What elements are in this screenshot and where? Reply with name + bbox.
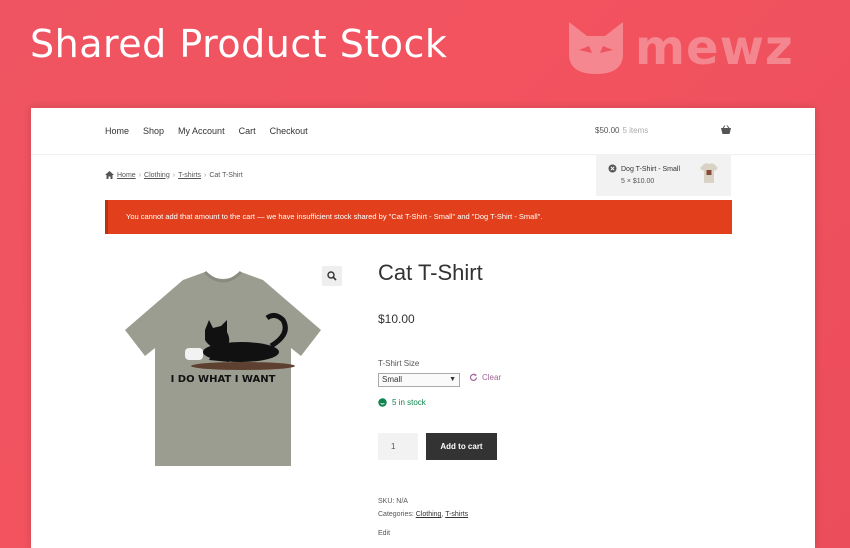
mini-cart-item-name[interactable]: Dog T-Shirt - Small — [621, 166, 680, 173]
sku-row: SKU: N/A — [378, 495, 468, 508]
nav-shop[interactable]: Shop — [143, 126, 164, 136]
categories-label: Categories: — [378, 511, 414, 518]
category-tshirts-link[interactable]: T-shirts — [445, 511, 468, 518]
refresh-icon — [469, 373, 478, 381]
basket-icon[interactable] — [720, 125, 732, 135]
edit-link[interactable]: Edit — [378, 530, 390, 537]
breadcrumb-separator: › — [172, 171, 176, 179]
breadcrumb-separator: › — [204, 171, 207, 179]
zoom-button[interactable] — [322, 266, 342, 286]
breadcrumb-home[interactable]: Home — [117, 172, 136, 179]
breadcrumb-clothing[interactable]: Clothing — [144, 172, 170, 179]
sku-label: SKU: — [378, 498, 395, 505]
category-clothing-link[interactable]: Clothing — [416, 511, 442, 518]
breadcrumb-tshirts[interactable]: T-shirts — [178, 172, 201, 179]
cart-item-count: 5 items — [622, 126, 649, 135]
breadcrumb: Home › Clothing › T-shirts › Cat T-Shirt — [105, 171, 243, 179]
chevron-down-icon: ▼ — [449, 376, 456, 383]
storefront-window: Home Shop My Account Cart Checkout $50.0… — [31, 108, 815, 548]
clear-label: Clear — [482, 373, 502, 382]
quantity-input[interactable]: 1 — [378, 433, 418, 460]
size-label: T-Shirt Size — [378, 359, 420, 368]
add-to-cart-button[interactable]: Add to cart — [426, 433, 497, 460]
size-select-value: Small — [382, 375, 403, 384]
magnifier-icon — [327, 271, 337, 281]
clear-selection-link[interactable]: Clear — [469, 373, 501, 382]
main-nav: Home Shop My Account Cart Checkout — [105, 126, 322, 136]
cat-logo-icon — [569, 22, 623, 74]
nav-my-account[interactable]: My Account — [178, 126, 225, 136]
header-cart-total[interactable]: $50.00 5 items — [595, 126, 648, 135]
sku-value: N/A — [396, 498, 408, 505]
home-icon — [105, 171, 114, 179]
cart-total-amount: $50.00 — [595, 126, 620, 135]
breadcrumb-current: Cat T-Shirt — [209, 171, 243, 179]
product-meta: SKU: N/A Categories: Clothing, T-shirts — [378, 495, 468, 521]
size-select[interactable]: Small ▼ — [378, 373, 460, 387]
stock-error-notice: You cannot add that amount to the cart —… — [105, 200, 732, 234]
dog-tshirt-thumbnail-icon — [700, 163, 718, 183]
brand-logo: mewz — [565, 20, 794, 76]
categories-row: Categories: Clothing, T-shirts — [378, 511, 469, 518]
stock-status: 5 in stock — [378, 398, 426, 407]
nav-home[interactable]: Home — [105, 126, 129, 136]
banner-title: Shared Product Stock — [30, 22, 448, 66]
mini-cart-dropdown: Dog T-Shirt - Small 5 × $10.00 — [596, 154, 731, 196]
product-price: $10.00 — [378, 312, 415, 326]
mini-cart-item-qty: 5 × $10.00 — [621, 178, 655, 185]
in-stock-icon — [378, 398, 387, 407]
product-title: Cat T-Shirt — [378, 260, 483, 285]
brand-name: mewz — [635, 20, 794, 76]
nav-cart[interactable]: Cart — [239, 126, 256, 136]
nav-checkout[interactable]: Checkout — [270, 126, 308, 136]
shirt-print-text: I DO WHAT I WANT — [171, 374, 276, 385]
stock-text: 5 in stock — [392, 398, 426, 407]
remove-item-icon[interactable] — [608, 164, 617, 173]
breadcrumb-separator: › — [138, 171, 142, 179]
cat-tshirt-image[interactable]: I DO WHAT I WANT — [123, 268, 323, 473]
